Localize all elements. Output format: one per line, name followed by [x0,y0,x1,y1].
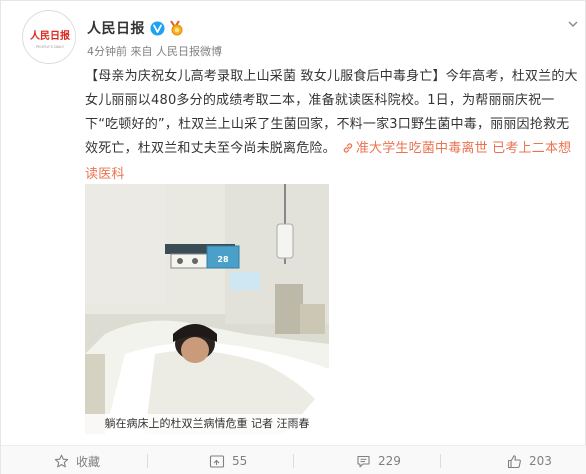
author-name[interactable]: 人民日报 [87,18,145,38]
repost-icon [209,454,225,469]
post-photo[interactable]: 28 躺在病床上的杜双兰病情危重 记者 汪雨春 [85,184,329,434]
peoples-daily-logo: 人民日报 PEOPLE'S DAILY [24,12,75,63]
repost-count: 55 [232,454,248,468]
comment-count: 229 [378,454,401,468]
chevron-down-icon[interactable] [567,15,579,27]
hospital-photo-illustration: 28 [85,184,329,434]
weibo-post-card: 人民日报 PEOPLE'S DAILY 人民日报 4分钟前 来自 人民日报微博 [0,0,586,474]
star-icon [54,454,69,469]
divider [293,454,294,468]
thumbs-up-icon [507,454,522,469]
like-count: 203 [529,454,552,468]
post-meta: 4分钟前 来自 人民日报微博 [87,43,222,59]
divider [147,454,148,468]
source-prefix: 来自 [130,45,153,58]
svg-text:28: 28 [217,255,229,264]
photo-caption: 躺在病床上的杜双兰病情危重 记者 汪雨春 [85,414,329,434]
favorite-button[interactable]: 收藏 [54,446,100,474]
post-time-link[interactable]: 4分钟前 [87,45,127,58]
post-source-link[interactable]: 人民日报微博 [156,45,222,58]
post-text: 【母亲为庆祝女儿高考录取上山采菌 致女儿服食后中毒身亡】今年高考，杜双兰的大女儿… [85,65,581,187]
verified-v-icon [150,21,165,36]
favorite-label: 收藏 [76,454,101,469]
comment-icon [356,454,371,469]
repost-button[interactable]: 55 [209,446,247,474]
divider [440,454,441,468]
like-button[interactable]: 203 [507,446,552,474]
logo-text: 人民日报 [30,29,70,42]
comment-button[interactable]: 229 [356,446,401,474]
link-icon [342,139,354,163]
author-avatar[interactable]: 人民日报 PEOPLE'S DAILY [22,10,76,64]
post-headline: 【母亲为庆祝女儿高考录取上山采菌 致女儿服食后中毒身亡】 [85,69,446,84]
logo-subtext: PEOPLE'S DAILY [36,45,65,49]
action-bar: 收藏 55 229 203 [1,445,586,474]
author-row: 人民日报 [87,17,186,39]
medal-icon[interactable] [168,20,186,36]
